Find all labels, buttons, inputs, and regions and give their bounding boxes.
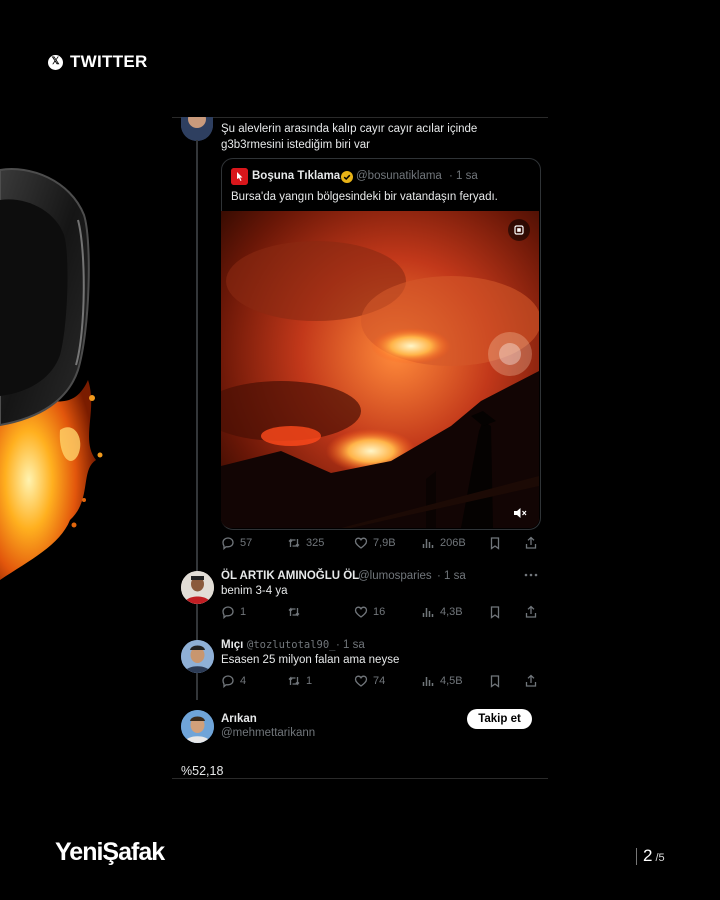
brand-label: TWITTER: [70, 52, 148, 71]
mute-icon[interactable]: [513, 507, 527, 519]
quoted-tweet-text: Bursa'da yangın bölgesindeki bir vatanda…: [231, 191, 498, 203]
reply-1-reply-button[interactable]: 1: [221, 605, 246, 619]
yenisafak-logo: YeniŞafak: [55, 838, 165, 866]
reply-1-like-count: 16: [373, 606, 386, 618]
views-button[interactable]: 206B: [421, 536, 466, 550]
like-button[interactable]: 7,9B: [354, 536, 396, 550]
retweet-count: 325: [306, 537, 325, 549]
share-icon: [525, 674, 537, 687]
reply-count: 57: [240, 537, 253, 549]
reply-button[interactable]: 57: [221, 536, 252, 550]
panel-divider-top: [172, 117, 548, 118]
reply-2-reply-count: 4: [240, 675, 247, 687]
views-icon: [422, 539, 434, 548]
bookmark-icon: [490, 537, 500, 550]
reply-1-time: · 1 sa: [437, 570, 466, 582]
bookmark-button[interactable]: [488, 536, 502, 550]
quoted-author-handle[interactable]: @bosunatiklama: [356, 170, 442, 182]
reply-2-text: Esasen 25 milyon falan ama neyse: [221, 654, 400, 666]
reply-2-views-count: 4,5B: [440, 675, 463, 687]
reply-1-like-button[interactable]: 16: [354, 605, 385, 619]
reply-2-author[interactable]: Mıçı: [221, 639, 243, 651]
suggested-user-name[interactable]: Arıkan: [221, 713, 257, 725]
reply-2-share-button[interactable]: [524, 674, 538, 688]
reply-2-like-button[interactable]: 74: [354, 674, 385, 688]
retweet-icon: [288, 538, 300, 548]
views-count: 206B: [440, 537, 466, 549]
pager-current: 2: [643, 846, 653, 865]
bookmark-icon: [490, 606, 500, 619]
reply-1-handle[interactable]: @lumosparies: [358, 570, 432, 582]
page-indicator: 2 /5: [636, 846, 665, 866]
main-tweet-text-line2: g3b3rmesini istediğim biri var: [221, 139, 370, 151]
reply-1-author[interactable]: ÖL ARTIK AMINOĞLU ÖL: [221, 570, 359, 582]
reply-icon: [222, 675, 234, 688]
reply-2-retweet-count: 1: [306, 675, 313, 687]
like-count: 7,9B: [373, 537, 396, 549]
reply-2-handle[interactable]: @tozlutotal90_: [247, 639, 336, 651]
like-icon: [354, 675, 368, 687]
brand-header: 𝕏 TWITTER: [48, 52, 148, 72]
reply-2-time: · 1 sa: [336, 639, 365, 651]
reply-1-retweet-button[interactable]: [287, 605, 306, 619]
panel-divider-bottom: [172, 778, 548, 779]
more-icon[interactable]: [524, 573, 538, 577]
views-icon: [422, 608, 434, 617]
retweet-icon: [288, 607, 300, 617]
reply-1-reply-count: 1: [240, 606, 247, 618]
reply-1-avatar[interactable]: [181, 571, 214, 604]
retweet-button[interactable]: 325: [287, 536, 324, 550]
follow-button[interactable]: Takip et: [467, 709, 532, 729]
bookmark-icon: [490, 675, 500, 688]
verified-badge-icon: [341, 171, 353, 183]
main-tweet-text-line1: Şu alevlerin arasında kalıp cayır cayır …: [221, 123, 478, 135]
share-icon: [525, 536, 537, 549]
reply-icon: [222, 606, 234, 619]
speaker-fire-decoration: [0, 168, 103, 580]
thread-connector-line: [196, 140, 198, 700]
reply-1-views-count: 4,3B: [440, 606, 463, 618]
reply-2-reply-button[interactable]: 4: [221, 674, 246, 688]
x-logo-icon: 𝕏: [48, 54, 63, 70]
reply-1-bookmark-button[interactable]: [488, 605, 502, 619]
expand-icon[interactable]: [508, 219, 530, 241]
suggested-user-avatar[interactable]: [181, 710, 214, 743]
quoted-author-name[interactable]: Boşuna Tıklama: [252, 170, 340, 182]
share-button[interactable]: [524, 536, 538, 550]
reply-1-share-button[interactable]: [524, 605, 538, 619]
reply-2-avatar[interactable]: [181, 640, 214, 673]
reply-2-views-button[interactable]: 4,5B: [421, 674, 463, 688]
wildfire-video[interactable]: [221, 211, 539, 528]
pager-divider: [636, 847, 637, 865]
retweet-icon: [288, 676, 300, 686]
suggested-user-handle[interactable]: @mehmettarikann: [221, 727, 315, 739]
quoted-author-avatar[interactable]: [231, 168, 248, 185]
pager-total: /5: [655, 852, 665, 864]
footer-stat-text: %52,18: [181, 764, 224, 778]
like-icon: [354, 606, 368, 618]
reply-2-bookmark-button[interactable]: [488, 674, 502, 688]
quoted-tweet-time: · 1 sa: [449, 170, 478, 182]
share-icon: [525, 605, 537, 618]
like-icon: [354, 537, 368, 549]
views-icon: [422, 677, 434, 686]
reply-2-like-count: 74: [373, 675, 386, 687]
reply-1-text: benim 3-4 ya: [221, 585, 288, 597]
reply-1-views-button[interactable]: 4,3B: [421, 605, 463, 619]
reply-icon: [222, 537, 234, 550]
reply-2-retweet-button[interactable]: 1: [287, 674, 312, 688]
